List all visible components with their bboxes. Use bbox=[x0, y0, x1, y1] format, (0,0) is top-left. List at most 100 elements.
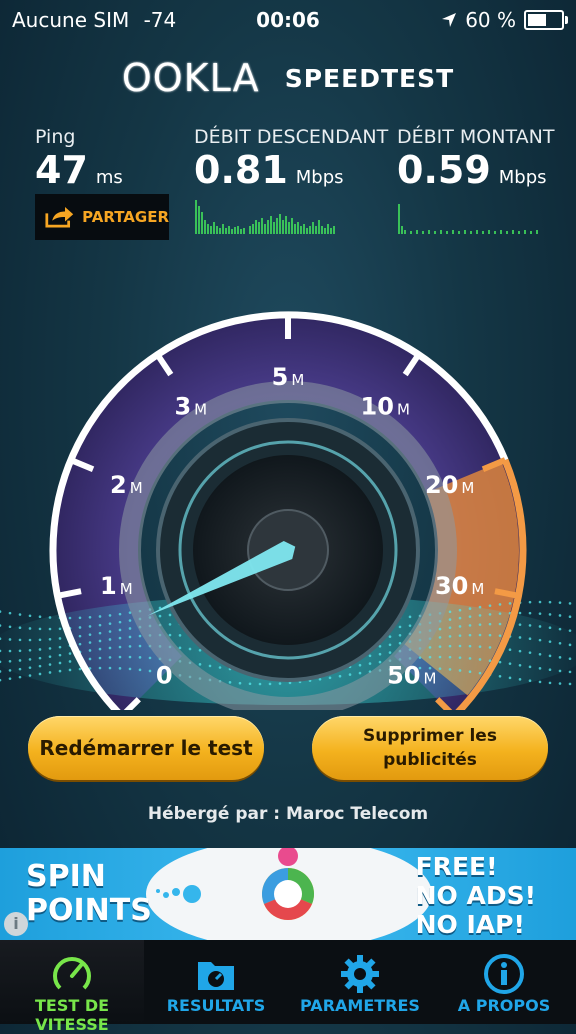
location-arrow-icon bbox=[442, 13, 457, 27]
speed-gauge: 01 M2 M3 M5 M10 M20 M30 M50 M bbox=[0, 311, 576, 710]
tab-settings[interactable]: PARAMETRES bbox=[288, 940, 432, 1024]
wave-dot bbox=[438, 636, 442, 639]
upload-value: 0.59 bbox=[397, 148, 491, 192]
battery-percent: 60 % bbox=[465, 8, 516, 32]
ad-info-icon[interactable]: i bbox=[4, 912, 28, 936]
wave-dot bbox=[368, 662, 372, 665]
tab-results[interactable]: RESULTATS bbox=[144, 940, 288, 1024]
wave-dot bbox=[8, 638, 12, 641]
wave-dot bbox=[538, 652, 542, 656]
download-value-row: 0.81 Mbps bbox=[194, 148, 388, 200]
wave-dot bbox=[448, 610, 452, 614]
wave-dot bbox=[88, 657, 92, 661]
tab-bar: TEST DE VITESSE RESULTATS PARAMETRES A P… bbox=[0, 940, 576, 1034]
ping-value: 47 bbox=[35, 148, 88, 192]
wave-dot bbox=[488, 646, 492, 649]
wave-dot bbox=[78, 634, 82, 638]
wave-dot bbox=[28, 614, 32, 618]
wave-dot bbox=[18, 649, 22, 653]
wave-dot bbox=[28, 638, 32, 642]
wave-dot bbox=[28, 658, 32, 661]
wave-dot bbox=[68, 660, 72, 663]
wave-dot bbox=[468, 657, 472, 660]
wave-dot bbox=[78, 642, 82, 646]
wave-dot bbox=[348, 673, 352, 676]
share-button[interactable]: PARTAGER bbox=[35, 194, 169, 240]
wave-dot bbox=[58, 669, 62, 673]
wave-dot bbox=[108, 614, 112, 617]
wave-dot bbox=[518, 678, 522, 681]
wave-dot bbox=[218, 666, 222, 669]
restart-test-label: Redémarrer le test bbox=[39, 736, 253, 760]
wave-dot bbox=[38, 656, 42, 660]
wave-dot bbox=[358, 671, 362, 675]
tab-about[interactable]: A PROPOS bbox=[432, 940, 576, 1024]
wave-dot bbox=[488, 659, 492, 663]
wave-dot bbox=[88, 633, 92, 636]
upload-label: DÉBIT MONTANT bbox=[397, 126, 555, 148]
wave-dot bbox=[0, 624, 2, 627]
wave-dot bbox=[118, 655, 122, 659]
wave-dot bbox=[88, 649, 92, 652]
wave-dot bbox=[468, 615, 472, 618]
status-right: 60 % bbox=[441, 8, 568, 32]
ad-banner[interactable]: SPIN POINTS FREE! NO ADS! NO IAP! i bbox=[0, 848, 576, 940]
tab-results-label: RESULTATS bbox=[166, 996, 266, 1015]
wave-dot bbox=[28, 627, 32, 630]
share-label: PARTAGER bbox=[82, 208, 169, 226]
wave-dot bbox=[38, 648, 42, 651]
remove-ads-label: Supprimer les publicités bbox=[363, 726, 497, 770]
wave-dot bbox=[538, 600, 542, 604]
wave-dot bbox=[548, 613, 552, 616]
wave-dot bbox=[478, 605, 482, 609]
wave-dot bbox=[528, 624, 532, 627]
tab-speed-test-label: TEST DE VITESSE bbox=[34, 996, 110, 1034]
upload-sparkline bbox=[398, 204, 538, 234]
wave-dot bbox=[438, 627, 442, 631]
remove-ads-button[interactable]: Supprimer les publicités bbox=[312, 716, 548, 780]
wave-dot bbox=[328, 676, 332, 680]
wave-dot bbox=[8, 659, 12, 663]
share-arrow-icon bbox=[45, 206, 74, 228]
wave-dot bbox=[568, 602, 572, 605]
tab-speed-test[interactable]: TEST DE VITESSE bbox=[0, 940, 144, 1034]
wave-dot bbox=[78, 616, 82, 620]
wave-dot bbox=[468, 644, 472, 648]
wave-dot bbox=[508, 676, 512, 680]
wave-dot bbox=[38, 672, 42, 676]
wave-dot bbox=[558, 627, 562, 631]
wave-dot bbox=[118, 612, 122, 616]
battery-icon bbox=[524, 10, 568, 30]
wave-dot bbox=[88, 615, 92, 619]
ping-stat: Ping 47 ms bbox=[35, 126, 123, 200]
wave-dot bbox=[18, 675, 22, 679]
wave-dot bbox=[548, 668, 552, 672]
wave-dot bbox=[548, 681, 552, 685]
wave-dot bbox=[508, 648, 512, 652]
wave-dot bbox=[238, 681, 242, 685]
wave-dot bbox=[178, 646, 182, 650]
wave-dot bbox=[8, 669, 12, 672]
wave-dot bbox=[198, 663, 202, 666]
wave-dot bbox=[378, 652, 382, 656]
wave-dot bbox=[398, 625, 402, 629]
info-icon bbox=[484, 954, 524, 994]
wave-dot bbox=[98, 623, 102, 627]
wave-dot bbox=[108, 666, 112, 670]
wave-dot bbox=[138, 656, 142, 659]
wave-dot bbox=[268, 682, 272, 686]
wave-dot bbox=[438, 667, 442, 670]
wave-dot bbox=[98, 639, 102, 643]
wave-dot bbox=[458, 608, 462, 612]
wave-dot bbox=[8, 677, 12, 680]
wave-dot bbox=[478, 633, 482, 637]
wave-dot bbox=[18, 659, 22, 662]
wave-dot bbox=[118, 620, 122, 624]
speedometer-icon bbox=[53, 957, 91, 995]
wave-dot bbox=[428, 646, 432, 649]
download-unit: Mbps bbox=[295, 167, 344, 188]
wave-dot bbox=[58, 645, 62, 649]
wave-dot bbox=[128, 627, 132, 630]
restart-test-button[interactable]: Redémarrer le test bbox=[28, 716, 264, 780]
wave-dot bbox=[48, 616, 52, 619]
